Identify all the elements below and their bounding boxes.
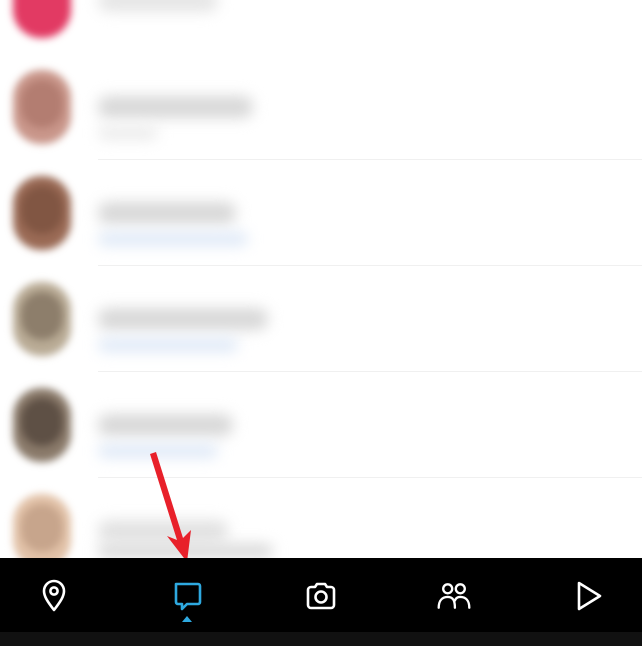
avatar[interactable] (13, 388, 71, 462)
chat-row[interactable] (0, 266, 642, 372)
avatar[interactable] (13, 176, 71, 250)
map-pin-icon (42, 579, 66, 612)
avatar[interactable] (13, 70, 71, 144)
nav-map[interactable] (22, 558, 86, 634)
chat-row[interactable] (0, 478, 642, 558)
chat-row[interactable] (0, 54, 642, 160)
blurred-subtitle (98, 338, 238, 352)
avatar[interactable] (13, 0, 71, 38)
nav-camera[interactable] (289, 558, 353, 634)
bottom-nav-bar (0, 558, 642, 634)
blurred-name (98, 96, 253, 118)
blurred-subtitle (98, 232, 248, 246)
nav-friends[interactable] (422, 558, 486, 634)
play-icon (577, 581, 602, 611)
camera-icon (306, 582, 336, 610)
blurred-name (98, 308, 268, 330)
blurred-name (98, 202, 236, 224)
friends-icon (437, 583, 471, 609)
blurred-name (98, 414, 233, 436)
chat-row[interactable] (0, 372, 642, 478)
avatar[interactable] (13, 494, 71, 558)
blurred-name (98, 0, 218, 12)
chat-row[interactable] (0, 160, 642, 266)
active-tab-indicator (182, 616, 192, 622)
nav-discover[interactable] (556, 558, 620, 634)
blurred-subtitle (98, 126, 158, 140)
nav-chat[interactable] (155, 558, 219, 634)
chat-icon (174, 582, 202, 611)
chat-list (0, 0, 642, 558)
chat-row[interactable] (0, 0, 642, 54)
system-gesture-bar (0, 632, 642, 646)
annotation-arrow-icon (150, 452, 191, 562)
avatar[interactable] (13, 282, 71, 356)
